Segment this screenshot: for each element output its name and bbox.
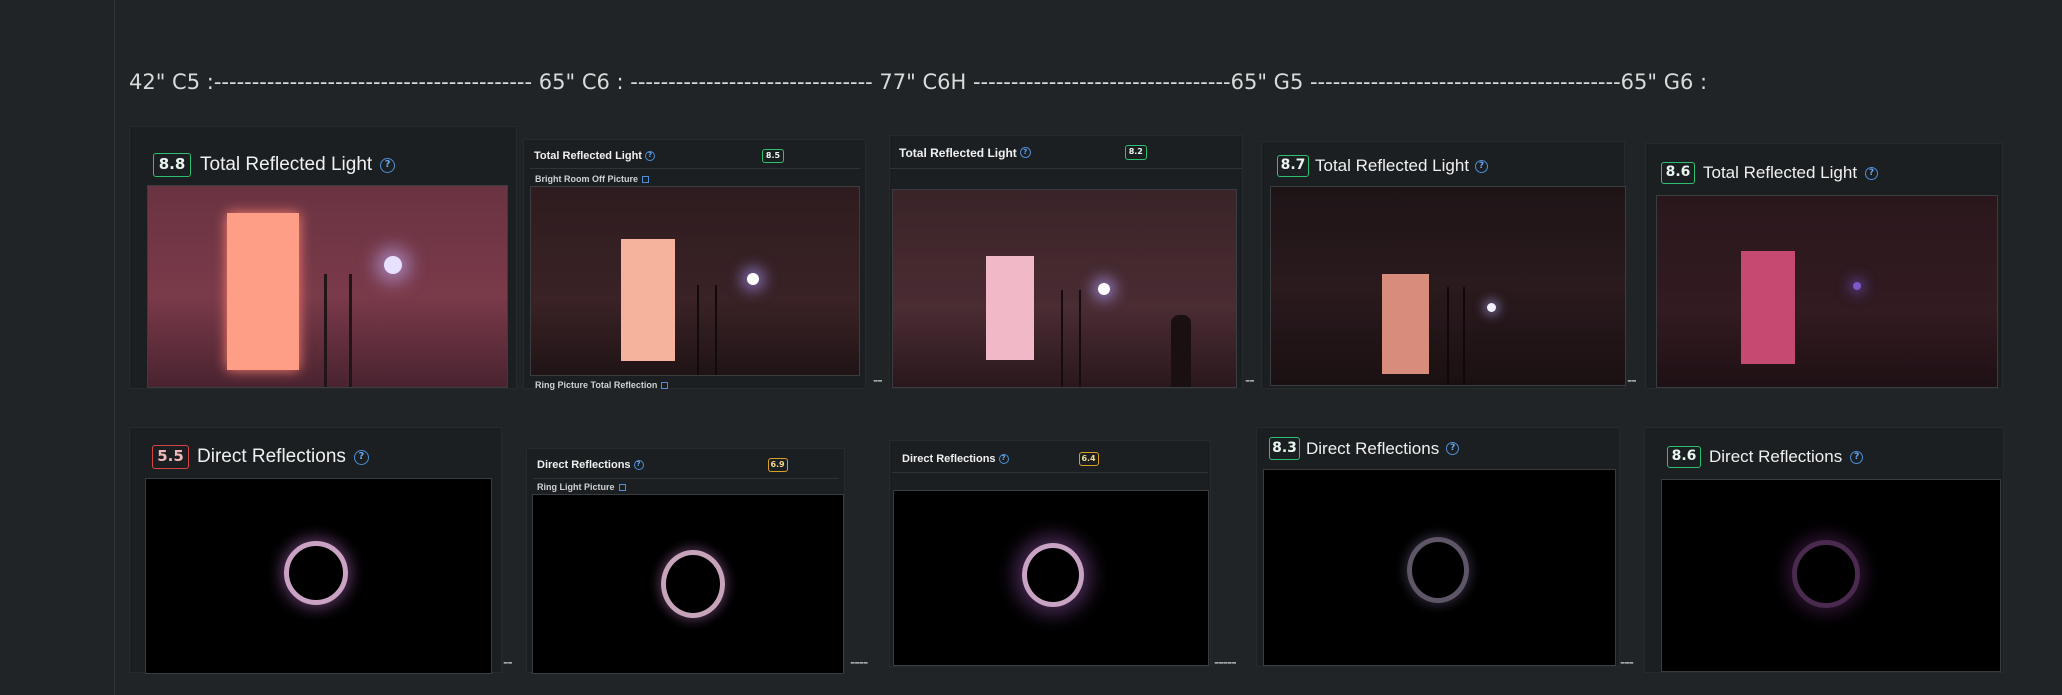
info-square-icon[interactable] bbox=[661, 381, 669, 389]
trl-title-g6: Total Reflected Light bbox=[1703, 163, 1858, 182]
ring-light-reflection bbox=[1022, 543, 1084, 607]
dr-title-c6h: Direct Reflections bbox=[902, 453, 996, 465]
dr-subtitle-c6: Ring Light Picture bbox=[537, 482, 626, 492]
light-source bbox=[1098, 283, 1110, 295]
divider bbox=[533, 478, 839, 479]
separator: --- bbox=[1620, 654, 1634, 671]
separator: ----- bbox=[1214, 654, 1237, 671]
trl-card-g6: 8.6 Total Reflected Light ? bbox=[1645, 143, 2003, 389]
info-square-icon[interactable] bbox=[618, 483, 626, 491]
trl-score-c6: 8.5 bbox=[761, 149, 784, 163]
dr-title-g5: Direct Reflections bbox=[1306, 438, 1440, 458]
separator: -- bbox=[1245, 372, 1255, 389]
camera-tripod bbox=[1061, 290, 1081, 387]
trl-photo-g5 bbox=[1270, 186, 1626, 386]
dr-photo-c6h bbox=[893, 490, 1209, 666]
dr-score-c6: 6.9 bbox=[767, 458, 788, 472]
tv-comparison-heading: 42" C5 :--------------------------------… bbox=[129, 70, 1708, 94]
help-circle-icon[interactable]: ? bbox=[1446, 442, 1460, 455]
tv-screen-glow bbox=[1382, 274, 1429, 374]
separator: ---- bbox=[850, 654, 868, 671]
tv-screen-glow bbox=[621, 239, 675, 361]
camera-tripod bbox=[697, 285, 717, 375]
info-square-icon[interactable] bbox=[642, 175, 649, 183]
divider bbox=[890, 168, 1242, 169]
dr-title-g6: Direct Reflections bbox=[1709, 447, 1843, 466]
left-gutter bbox=[0, 0, 115, 695]
ring-light-reflection bbox=[1792, 540, 1860, 608]
dr-photo-c6 bbox=[532, 494, 844, 674]
ring-light-reflection bbox=[284, 541, 348, 605]
help-circle-icon[interactable]: ? bbox=[1475, 159, 1489, 173]
help-circle-icon[interactable]: ? bbox=[1019, 147, 1031, 158]
help-circle-icon[interactable]: ? bbox=[633, 460, 644, 470]
help-circle-icon[interactable]: ? bbox=[644, 151, 655, 161]
divider bbox=[892, 472, 1208, 473]
dr-score-c6h: 6.4 bbox=[1078, 452, 1099, 466]
ring-light-reflection bbox=[661, 550, 725, 618]
dr-card-g5: 8.3 Direct Reflections ? bbox=[1256, 427, 1620, 667]
trl-photo-c6 bbox=[530, 186, 860, 376]
help-circle-icon[interactable]: ? bbox=[353, 449, 369, 465]
dr-score-c5: 5.5 bbox=[152, 445, 189, 469]
ring-light-reflection bbox=[1407, 537, 1469, 603]
dr-card-g6: 8.6 Direct Reflections ? bbox=[1644, 427, 2004, 673]
dr-photo-g6 bbox=[1661, 479, 2001, 672]
trl-subtitle-c6: Bright Room Off Picture bbox=[535, 174, 649, 184]
help-circle-icon[interactable]: ? bbox=[1850, 450, 1864, 464]
trl-card-c6h: Total Reflected Light ? 8.2 bbox=[889, 135, 1243, 389]
tv-screen-glow bbox=[1741, 251, 1795, 364]
trl-score-g6: 8.6 bbox=[1661, 162, 1695, 184]
trl-photo-c5 bbox=[147, 185, 508, 388]
dr-score-g6: 8.6 bbox=[1667, 446, 1701, 468]
dr-photo-g5 bbox=[1263, 469, 1616, 666]
dr-title-c6: Direct Reflections bbox=[537, 459, 631, 471]
dr-card-c5: 5.5 Direct Reflections ? bbox=[129, 427, 502, 674]
trl-score-c5: 8.8 bbox=[153, 153, 191, 177]
trl-card-g5: 8.7 Total Reflected Light ? bbox=[1261, 141, 1626, 389]
divider bbox=[530, 168, 860, 169]
dr-card-c6h: Direct Reflections ? 6.4 bbox=[889, 440, 1211, 667]
help-circle-icon[interactable]: ? bbox=[1865, 166, 1879, 180]
light-source bbox=[1853, 282, 1861, 290]
dr-card-c6: Direct Reflections ? 6.9 Ring Light Pict… bbox=[526, 448, 845, 674]
trl-footer-c6: Ring Picture Total Reflection bbox=[535, 380, 669, 390]
separator: -- bbox=[873, 372, 883, 389]
floor-lamp bbox=[1171, 315, 1191, 387]
tv-screen-glow bbox=[227, 213, 299, 370]
tv-screen-glow bbox=[986, 256, 1034, 360]
separator: -- bbox=[1627, 372, 1637, 389]
camera-tripod bbox=[324, 274, 352, 387]
dr-score-g5: 8.3 bbox=[1269, 437, 1300, 460]
trl-card-c5: 8.8 Total Reflected Light ? bbox=[129, 126, 517, 389]
trl-card-c6: Total Reflected Light ? 8.5 Bright Room … bbox=[523, 139, 866, 390]
help-circle-icon[interactable]: ? bbox=[380, 157, 396, 173]
separator: -- bbox=[503, 654, 513, 671]
dr-title-c5: Direct Reflections bbox=[197, 446, 346, 467]
help-circle-icon[interactable]: ? bbox=[998, 454, 1009, 464]
trl-title-g5: Total Reflected Light bbox=[1315, 156, 1470, 175]
trl-photo-c6h bbox=[892, 189, 1237, 388]
trl-score-c6h: 8.2 bbox=[1124, 145, 1147, 160]
light-source bbox=[384, 256, 402, 274]
trl-photo-g6 bbox=[1656, 195, 1998, 388]
light-source bbox=[1487, 303, 1496, 312]
trl-title-c6: Total Reflected Light bbox=[534, 150, 642, 162]
light-source bbox=[747, 273, 759, 285]
trl-score-g5: 8.7 bbox=[1277, 155, 1309, 177]
trl-title-c5: Total Reflected Light bbox=[200, 154, 373, 175]
camera-tripod bbox=[1447, 287, 1465, 385]
dr-photo-c5 bbox=[145, 478, 492, 674]
trl-title-c6h: Total Reflected Light bbox=[899, 145, 1017, 160]
